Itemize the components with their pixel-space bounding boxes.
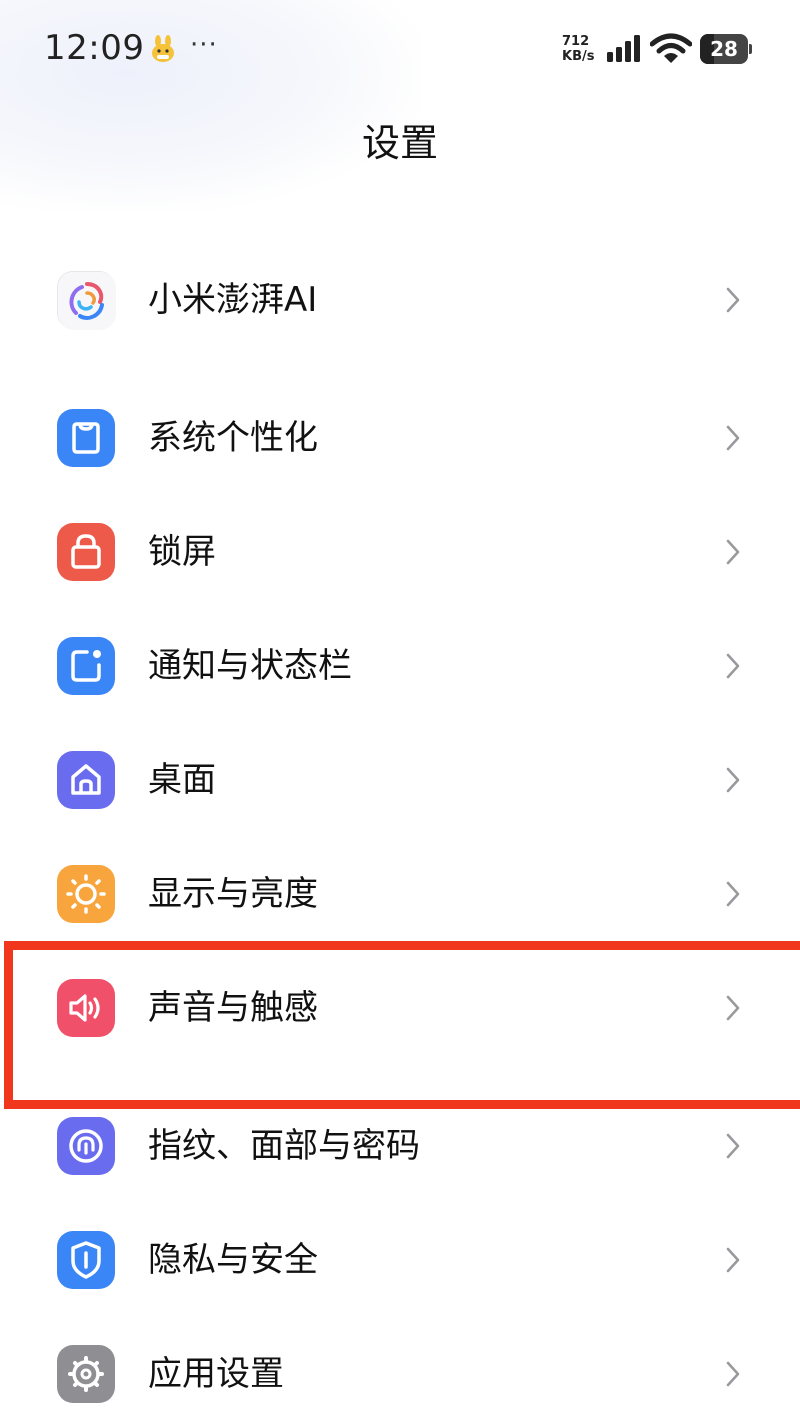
chevron-right-icon — [722, 993, 744, 1023]
settings-item-label: 通知与状态栏 — [148, 646, 352, 686]
battery-level: 28 — [710, 37, 738, 61]
chevron-right-icon — [722, 1131, 744, 1161]
chevron-right-icon — [722, 423, 744, 453]
settings-item-apps[interactable]: 应用设置 — [0, 1324, 800, 1424]
home-icon — [57, 751, 115, 809]
battery-tip — [749, 44, 752, 54]
chevron-right-icon — [722, 765, 744, 795]
settings-item-label: 指纹、面部与密码 — [148, 1126, 420, 1166]
chevron-right-icon — [722, 537, 744, 567]
chevron-right-icon — [722, 879, 744, 909]
settings-item-label: 声音与触感 — [148, 988, 318, 1028]
cellular-signal-icon — [606, 34, 646, 64]
settings-item-privacy[interactable]: 隐私与安全 — [0, 1210, 800, 1310]
sound-icon — [57, 979, 115, 1037]
network-speed: 712 KB/s — [562, 34, 594, 64]
settings-item-lock-screen[interactable]: 锁屏 — [0, 502, 800, 602]
chevron-right-icon — [722, 1359, 744, 1389]
fingerprint-icon — [57, 1117, 115, 1175]
settings-item-hyperai[interactable]: 小米澎湃AI — [0, 250, 800, 350]
wifi-icon — [649, 33, 693, 65]
page-title: 设置 — [361, 121, 438, 165]
status-bar: 12:09 ··· 712 KB/s 28 — [0, 0, 800, 96]
notification-icon — [57, 637, 115, 695]
settings-item-notifications[interactable]: 通知与状态栏 — [0, 616, 800, 716]
settings-item-label: 系统个性化 — [148, 418, 318, 458]
brightness-icon — [57, 865, 115, 923]
app-notification-icon — [148, 34, 178, 64]
settings-item-label: 桌面 — [148, 760, 216, 800]
settings-item-biometrics[interactable]: 指纹、面部与密码 — [0, 1096, 800, 1196]
hyperos-ai-icon — [57, 271, 116, 330]
personalization-icon — [57, 409, 115, 467]
privacy-icon — [57, 1231, 115, 1289]
settings-item-label: 显示与亮度 — [148, 874, 318, 914]
network-speed-unit: KB/s — [562, 49, 595, 64]
settings-item-label: 隐私与安全 — [148, 1240, 318, 1280]
status-time: 12:09 — [44, 28, 145, 68]
app-settings-icon — [57, 1345, 115, 1403]
chevron-right-icon — [722, 1245, 744, 1275]
settings-item-label: 锁屏 — [148, 532, 216, 572]
more-notifications-icon: ··· — [190, 30, 218, 60]
settings-item-display[interactable]: 显示与亮度 — [0, 844, 800, 944]
settings-item-home-screen[interactable]: 桌面 — [0, 730, 800, 830]
settings-item-sound[interactable]: 声音与触感 — [0, 958, 800, 1058]
settings-item-personalization[interactable]: 系统个性化 — [0, 388, 800, 488]
lock-screen-icon — [57, 523, 115, 581]
chevron-right-icon — [722, 285, 744, 315]
battery-indicator: 28 — [700, 34, 752, 64]
settings-screen: 12:09 ··· 712 KB/s 28 设置 小米澎湃AI 系统个性化 锁屏… — [0, 0, 800, 1424]
chevron-right-icon — [722, 651, 744, 681]
network-speed-value: 712 — [562, 34, 590, 49]
settings-item-label: 小米澎湃AI — [148, 280, 318, 320]
settings-item-label: 应用设置 — [148, 1354, 284, 1394]
